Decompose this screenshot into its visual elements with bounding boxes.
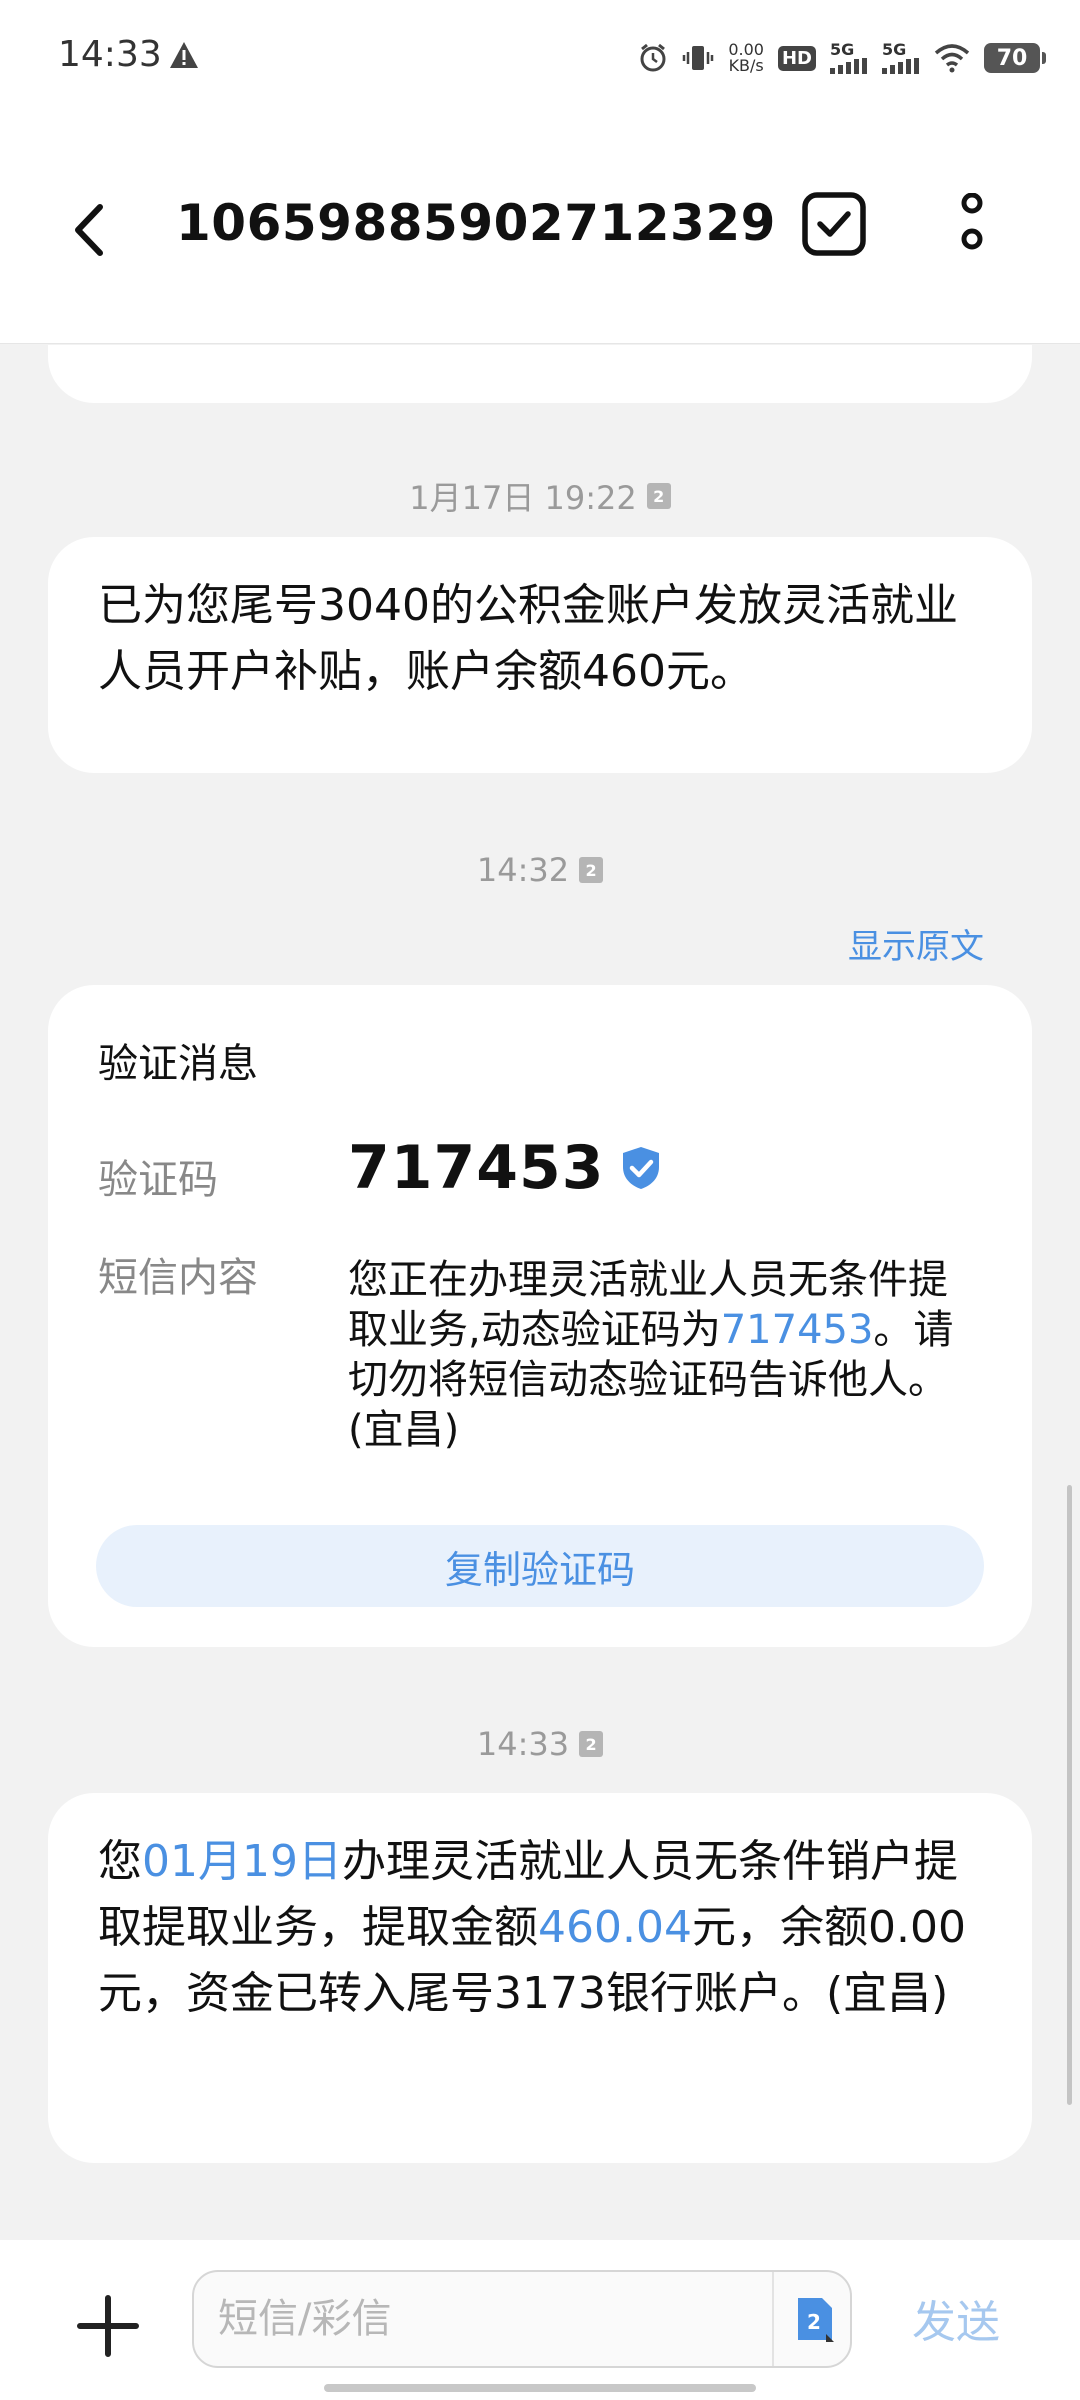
- sim-select-icon[interactable]: 2: [792, 2296, 836, 2342]
- signal-bars-icon: [830, 58, 867, 74]
- message-bubble[interactable]: 已为您尾号3040的公积金账户发放灵活就业人员开户补贴，账户余额460元。: [48, 537, 1032, 773]
- message-input-box: 2: [192, 2270, 852, 2368]
- home-indicator[interactable]: [324, 2384, 756, 2392]
- sim-card-icon: 2: [579, 1731, 604, 1757]
- timestamp-text: 1月17日 19:22: [409, 479, 637, 517]
- message-timestamp: 14:32 2: [0, 851, 1080, 889]
- sim-card-icon: 2: [579, 857, 604, 883]
- code-value: 717453: [348, 1133, 605, 1203]
- text-part: 您: [98, 1836, 142, 1887]
- message-timestamp: 14:33 2: [0, 1725, 1080, 1763]
- signal-bars-icon: [882, 58, 919, 74]
- amount-link[interactable]: 460.04: [538, 1902, 692, 1953]
- message-input[interactable]: [216, 2272, 736, 2366]
- more-options-button[interactable]: [944, 188, 1000, 260]
- more-vertical-icon: [961, 193, 983, 250]
- sim-number: 2: [807, 2310, 821, 2334]
- verified-shield-icon: [622, 1147, 659, 1189]
- send-button[interactable]: 发送: [912, 2286, 1000, 2350]
- message-text: 您01月19日办理灵活就业人员无条件销户提取提取业务，提取金额460.04元，余…: [98, 1829, 982, 2027]
- status-icons: 0.00 KB/s HD 5G 5G 70: [638, 30, 1046, 86]
- conversation-title: 10659885902712329: [176, 194, 776, 252]
- hd-badge: HD: [777, 45, 816, 71]
- network-speed: 0.00 KB/s: [728, 42, 764, 74]
- timestamp-text: 14:33: [476, 1725, 570, 1763]
- verification-code: 717453: [348, 1133, 663, 1203]
- content-label: 短信内容: [98, 1255, 258, 1301]
- verification-card[interactable]: 验证消息 验证码 717453 短信内容 您正在办理灵活就业人员无条件提取业务,…: [48, 985, 1032, 1647]
- status-time: 14:33: [58, 34, 162, 75]
- message-text: 已为您尾号3040的公积金账户发放灵活就业人员开户补贴，账户余额460元。: [98, 580, 958, 697]
- alarm-icon: [640, 43, 666, 72]
- network-type-2: 5G: [882, 40, 907, 59]
- copy-code-button[interactable]: 复制验证码: [96, 1525, 984, 1607]
- speed-unit: KB/s: [728, 56, 764, 75]
- conversation-header: 10659885902712329: [0, 118, 1080, 344]
- date-link[interactable]: 01月19日: [142, 1836, 342, 1887]
- message-list[interactable]: 1月17日 19:22 2 已为您尾号3040的公积金账户发放灵活就业人员开户补…: [0, 345, 1080, 2240]
- back-button[interactable]: [60, 190, 116, 270]
- warning-icon: [170, 42, 198, 68]
- input-divider: [772, 2272, 774, 2366]
- add-attachment-icon[interactable]: [76, 2294, 140, 2358]
- content-code-link[interactable]: 717453: [721, 1307, 874, 1353]
- message-bubble-previous[interactable]: [48, 345, 1032, 403]
- message-timestamp: 1月17日 19:22 2: [0, 473, 1080, 519]
- signal-1: 5G: [830, 42, 868, 74]
- network-type-1: 5G: [830, 40, 855, 59]
- chevron-left-icon: [75, 204, 103, 256]
- status-bar: 14:33 0.00 KB/s HD 5G 5G 70: [0, 0, 1080, 118]
- composer-bar: 2 发送: [0, 2240, 1080, 2400]
- code-label: 验证码: [98, 1157, 218, 1203]
- signal-2: 5G: [882, 42, 920, 74]
- timestamp-text: 14:32: [476, 851, 570, 889]
- select-checkbox-icon[interactable]: [800, 190, 868, 258]
- scrollbar[interactable]: [1067, 1485, 1072, 2105]
- sim-card-icon: 2: [646, 483, 671, 509]
- message-bubble[interactable]: 您01月19日办理灵活就业人员无条件销户提取提取业务，提取金额460.04元，余…: [48, 1793, 1032, 2163]
- show-original-link[interactable]: 显示原文: [848, 919, 984, 968]
- verification-title: 验证消息: [98, 1041, 258, 1087]
- vibrate-icon: [683, 46, 714, 70]
- battery-indicator: 70: [984, 43, 1046, 73]
- sms-content: 您正在办理灵活就业人员无条件提取业务,动态验证码为717453。请切勿将短信动态…: [348, 1255, 986, 1455]
- wifi-icon: [934, 44, 970, 73]
